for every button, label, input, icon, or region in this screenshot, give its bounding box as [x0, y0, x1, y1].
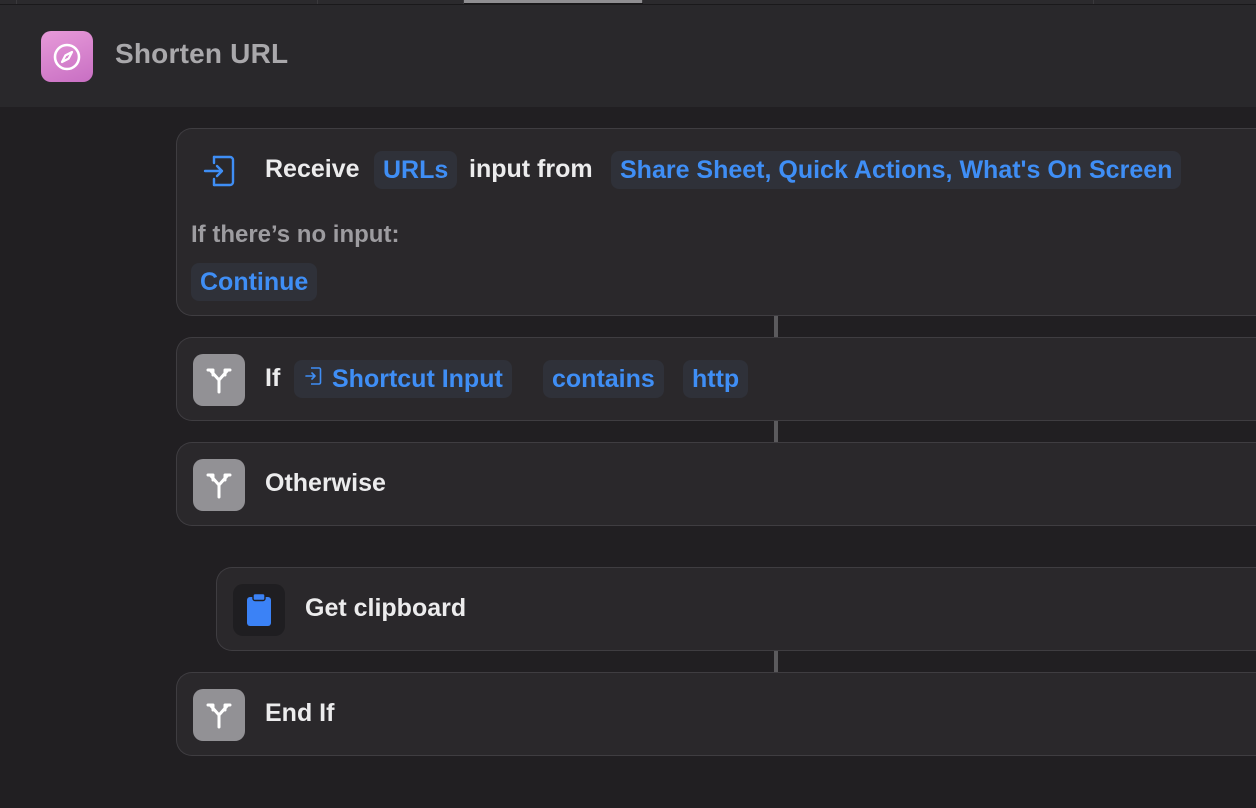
shortcut-input-token[interactable]: Shortcut Input: [294, 360, 512, 398]
receive-label: Receive: [265, 155, 360, 183]
no-input-label: If there’s no input:: [191, 221, 400, 248]
branch-icon: [193, 689, 245, 741]
receive-input-icon: [199, 151, 239, 191]
tab-segment[interactable]: [643, 0, 1094, 4]
end-if-action-card[interactable]: End If: [176, 672, 1256, 756]
branch-icon: [193, 459, 245, 511]
no-input-behavior-token[interactable]: Continue: [191, 263, 318, 301]
if-action-card[interactable]: If Shortcut Input contains http: [176, 337, 1256, 421]
receive-action-card[interactable]: Receive URLs input from Share Sheet, Qui…: [176, 128, 1256, 316]
otherwise-action-card[interactable]: Otherwise: [176, 442, 1256, 526]
clipboard-icon: [233, 584, 285, 636]
shortcut-title[interactable]: Shorten URL: [115, 38, 288, 70]
shortcut-input-icon: [304, 359, 322, 397]
flow-connector: [774, 421, 778, 442]
flow-connector: [774, 651, 778, 672]
tab-segment[interactable]: [0, 0, 17, 4]
if-keyword: If: [265, 364, 281, 392]
tab-segment[interactable]: [318, 0, 464, 4]
get-clipboard-action-card[interactable]: Get clipboard: [216, 567, 1256, 651]
compass-icon[interactable]: [41, 31, 93, 82]
end-if-label: End If: [265, 699, 335, 727]
input-type-token[interactable]: URLs: [374, 151, 458, 189]
condition-value-token[interactable]: http: [683, 360, 749, 398]
condition-operator-token[interactable]: contains: [543, 360, 664, 398]
flow-connector: [774, 316, 778, 337]
input-from-label: input from: [469, 155, 593, 183]
branch-icon: [193, 354, 245, 406]
input-sources-token[interactable]: Share Sheet, Quick Actions, What's On Sc…: [611, 151, 1182, 189]
title-bar: Shorten URL: [0, 5, 1256, 107]
tab-segment-active[interactable]: [464, 0, 643, 3]
get-clipboard-label: Get clipboard: [305, 594, 467, 622]
tab-segment[interactable]: [17, 0, 318, 4]
otherwise-label: Otherwise: [265, 469, 386, 497]
tab-segment[interactable]: [1094, 0, 1256, 4]
shortcut-input-label: Shortcut Input: [332, 365, 503, 393]
